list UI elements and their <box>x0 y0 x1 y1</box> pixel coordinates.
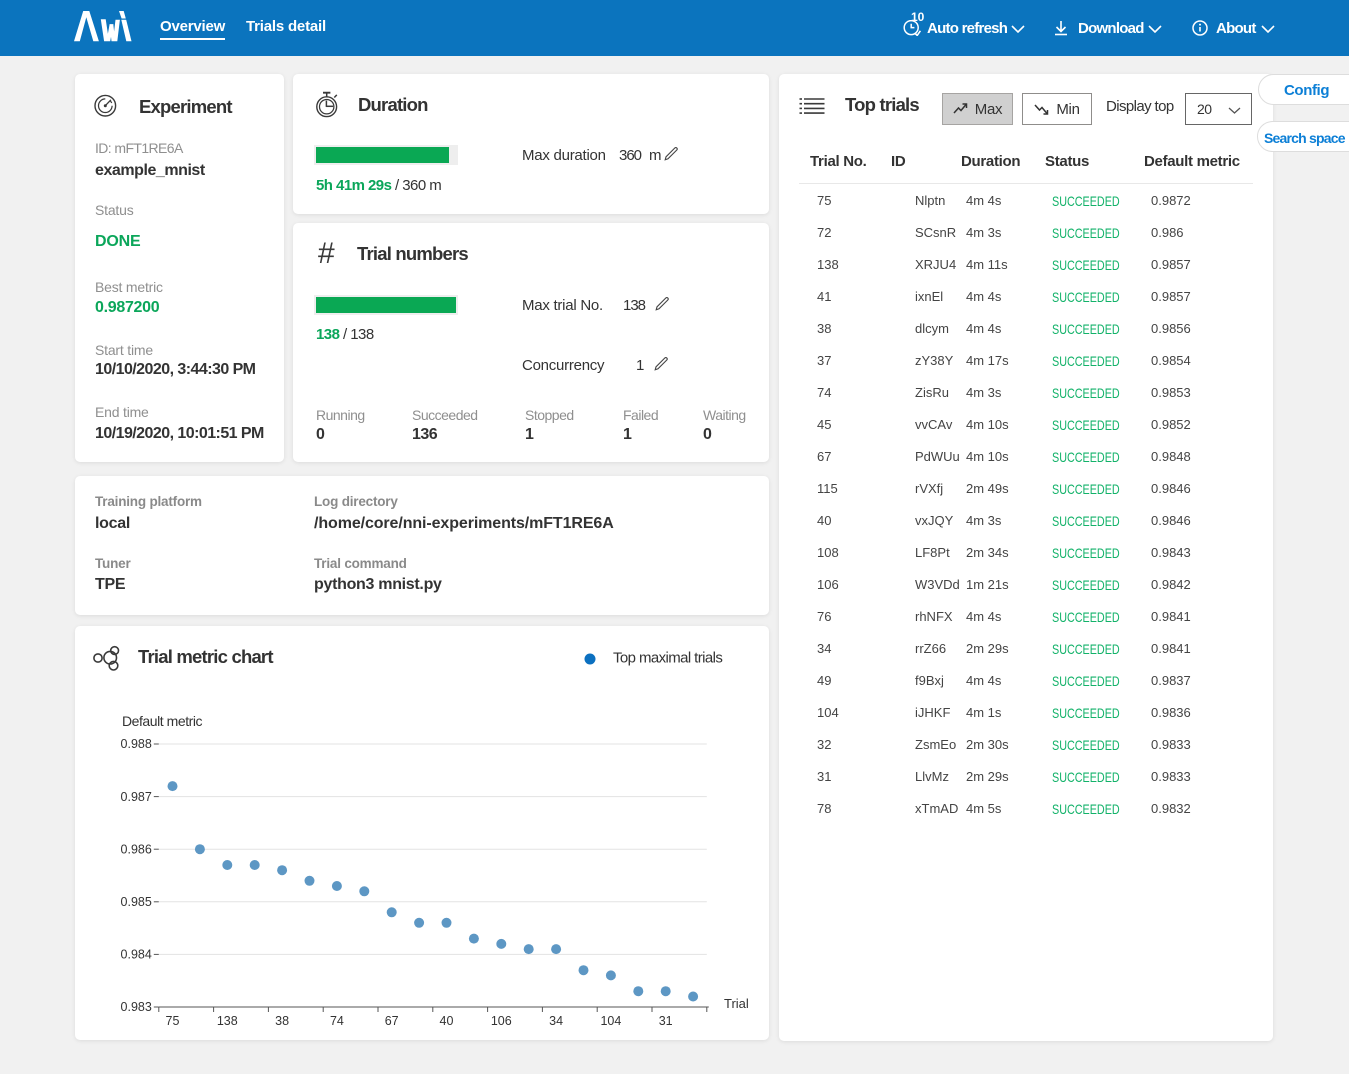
svg-text:0.984: 0.984 <box>121 948 152 962</box>
svg-text:34: 34 <box>549 1014 563 1028</box>
svg-text:31: 31 <box>659 1014 673 1028</box>
svg-text:75: 75 <box>166 1014 180 1028</box>
svg-text:0.983: 0.983 <box>121 1000 152 1014</box>
svg-text:138: 138 <box>217 1014 238 1028</box>
svg-text:67: 67 <box>385 1014 399 1028</box>
svg-text:0.988: 0.988 <box>121 737 152 751</box>
svg-text:40: 40 <box>440 1014 454 1028</box>
svg-text:106: 106 <box>491 1014 512 1028</box>
svg-text:38: 38 <box>275 1014 289 1028</box>
svg-text:74: 74 <box>330 1014 344 1028</box>
svg-text:0.986: 0.986 <box>121 842 152 856</box>
svg-text:Trial: Trial <box>724 996 749 1011</box>
svg-text:0.987: 0.987 <box>121 790 152 804</box>
svg-text:Default metric: Default metric <box>122 713 203 729</box>
svg-text:104: 104 <box>600 1014 621 1028</box>
svg-text:Top maximal trials: Top maximal trials <box>613 650 722 667</box>
svg-text:0.985: 0.985 <box>121 895 152 909</box>
